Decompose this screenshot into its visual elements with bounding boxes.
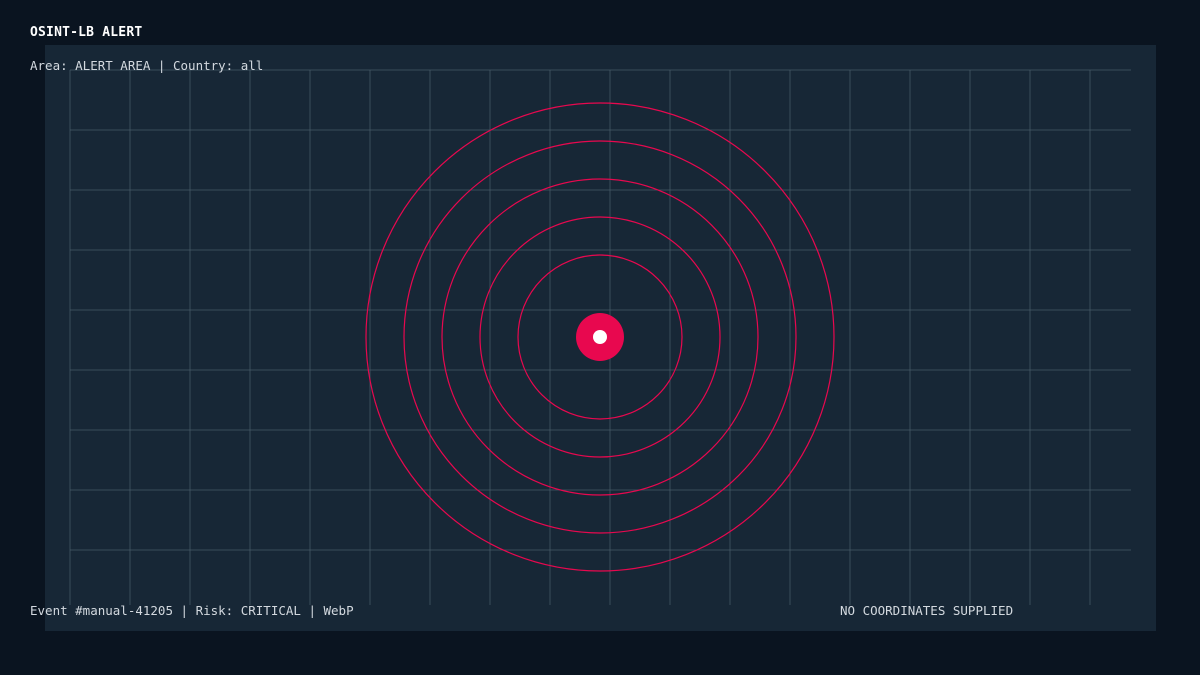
area-country-label: Area: ALERT AREA | Country: all	[30, 58, 264, 73]
alert-marker-core	[593, 330, 607, 344]
coordinates-status-label: NO COORDINATES SUPPLIED	[840, 603, 1014, 618]
page-title: OSINT-LB ALERT	[30, 25, 143, 40]
alert-target-icon	[576, 313, 624, 361]
event-info-label: Event #manual-41205 | Risk: CRITICAL | W…	[30, 603, 354, 618]
alert-map	[69, 69, 1131, 605]
